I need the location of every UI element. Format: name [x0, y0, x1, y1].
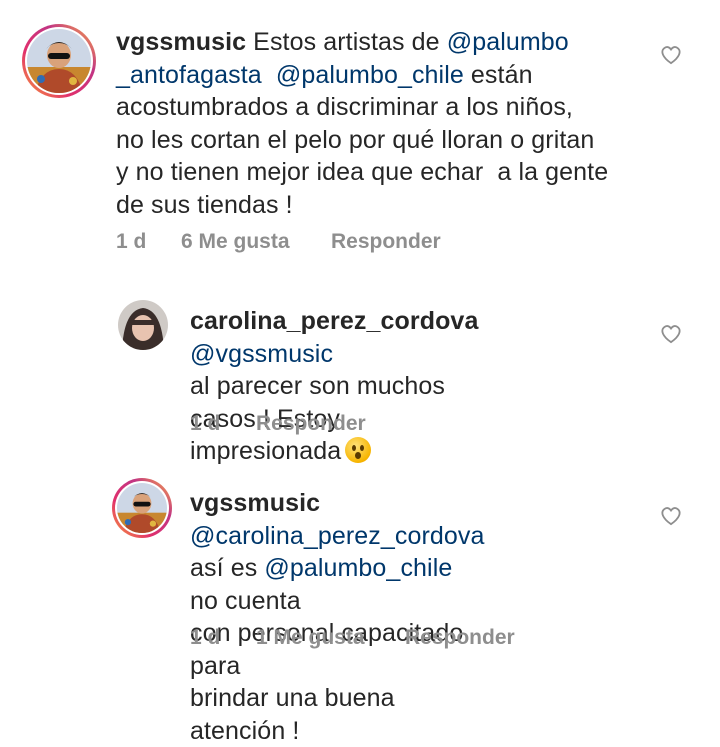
comment-text: así es: [190, 554, 265, 582]
avatar-photo-icon: [117, 483, 167, 533]
avatar-ring: [115, 481, 169, 535]
comment-username[interactable]: carolina_perez_cordova: [190, 307, 478, 335]
comment-meta: 1 d 1 Me gusta Responder: [190, 626, 515, 650]
mention-link[interactable]: _antofagasta: [116, 61, 262, 89]
comment-text: Estos artistas de: [246, 28, 447, 56]
comment-time: 1 d: [116, 230, 147, 253]
comment-line: impresionada: [190, 435, 478, 468]
comment-line: _antofagasta @palumbo_chile están: [116, 59, 608, 92]
comment-line: de sus tiendas !: [116, 190, 293, 219]
mention-link[interactable]: @carolina_perez_cordova: [190, 522, 485, 550]
reply-button[interactable]: Responder: [256, 412, 366, 436]
like-heart-icon[interactable]: [660, 506, 682, 526]
comment-text: están: [463, 60, 533, 89]
likes-count[interactable]: 1 Me gusta: [256, 626, 405, 650]
mention-link[interactable]: @palumbo_chile: [264, 554, 452, 582]
comment-line: brindar una buena atención !: [190, 684, 395, 745]
comment-meta: 1 d 6 Me gusta Responder: [116, 230, 441, 254]
avatar-image: [27, 29, 91, 93]
likes-count[interactable]: 6 Me gusta: [181, 230, 331, 254]
comment-line: y no tienen mejor idea que echar a la ge…: [116, 158, 609, 186]
mention-link[interactable]: @palumbo_chile: [276, 61, 464, 89]
comment-username[interactable]: vgssmusic: [116, 28, 246, 56]
avatar[interactable]: [22, 24, 96, 98]
comment-line: así es @palumbo_chile no cuenta: [190, 552, 485, 617]
comment-line: vgssmusic @carolina_perez_cordova: [190, 487, 485, 552]
hushed-face-emoji-icon: [345, 437, 372, 463]
comment-line: no les cortan el pelo por qué lloran o g…: [116, 125, 595, 154]
avatar[interactable]: [118, 300, 168, 350]
comment-time: 1 d: [190, 626, 221, 649]
avatar-photo-icon: [118, 300, 168, 350]
comment-line: vgssmusic Estos artistas de @palumbo: [116, 26, 608, 59]
avatar-photo-icon: [27, 29, 91, 93]
comment-text: no cuenta: [190, 586, 301, 615]
comment-line: acostumbrados a discriminar a los niños,: [116, 93, 573, 121]
like-heart-icon[interactable]: [660, 324, 682, 344]
avatar[interactable]: [112, 478, 172, 538]
avatar-image: [117, 483, 167, 533]
comment-line: carolina_perez_cordova @vgssmusic: [190, 305, 478, 370]
comment-time: 1 d: [190, 412, 221, 435]
mention-link[interactable]: @vgssmusic: [190, 340, 333, 368]
comment-meta: 1 d Responder: [190, 412, 366, 436]
comment-text: [262, 61, 276, 89]
avatar-ring: [25, 27, 93, 95]
reply-button[interactable]: Responder: [405, 626, 515, 650]
comment-text: impresionada: [190, 437, 342, 465]
reply-button[interactable]: Responder: [331, 230, 441, 254]
comment-username[interactable]: vgssmusic: [190, 489, 320, 517]
mention-link[interactable]: @palumbo: [447, 28, 569, 56]
like-heart-icon[interactable]: [660, 45, 682, 65]
